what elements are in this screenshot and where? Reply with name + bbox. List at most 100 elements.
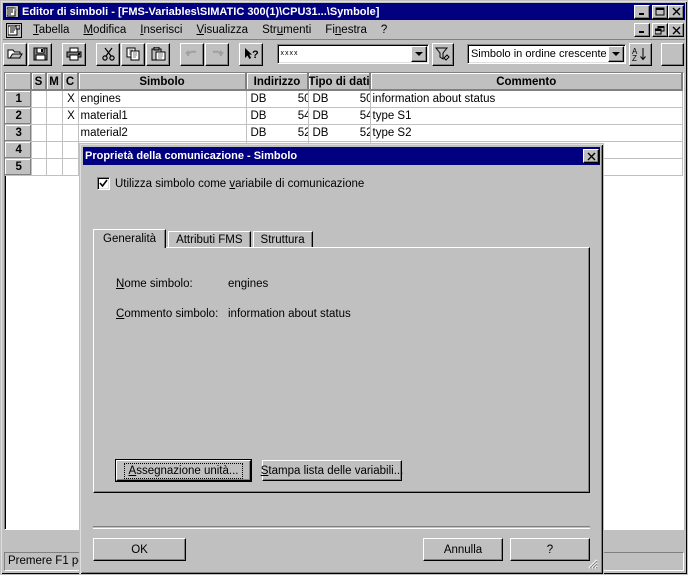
sort-combo[interactable]: Simbolo in ordine crescente (466, 44, 626, 64)
cell-simbolo[interactable]: material2 (78, 124, 247, 142)
filter-edit-icon[interactable] (431, 42, 455, 66)
cell-m[interactable] (46, 158, 63, 176)
dialog-titlebar: Proprietà della comunicazione - Simbolo (83, 147, 600, 165)
grid-corner-header[interactable] (5, 73, 32, 91)
cell-c[interactable]: X (62, 107, 79, 125)
cell-tipo-di-dati[interactable]: DB 52 (308, 124, 371, 142)
cell-c[interactable] (62, 158, 79, 176)
row-number[interactable]: 3 (5, 124, 32, 142)
symbol-editor-icon (5, 5, 19, 18)
stampa-lista-variabili-button[interactable]: Stampa lista delle variabili... (261, 460, 403, 481)
dialog-tabstrip: Generalità Attributi FMS Struttura (93, 229, 590, 248)
menu-item-inserisci[interactable]: Inserisci (133, 23, 189, 38)
cell-s[interactable] (31, 158, 47, 176)
cell-c[interactable] (62, 124, 79, 142)
maximize-button[interactable] (652, 4, 668, 19)
chevron-down-icon[interactable] (410, 46, 427, 62)
menu-item-tabella[interactable]: Tabella (26, 23, 76, 38)
print-icon[interactable] (62, 42, 86, 66)
cell-simbolo[interactable]: engines (78, 90, 247, 108)
cell-m[interactable] (46, 107, 63, 125)
cell-m[interactable] (46, 90, 63, 108)
close-button[interactable] (668, 4, 684, 19)
tab-attributi-fms[interactable]: Attributi FMS (168, 231, 251, 248)
child-restore-button[interactable] (652, 23, 668, 37)
cell-simbolo[interactable]: material1 (78, 107, 247, 125)
cell-s[interactable] (31, 90, 47, 108)
cell-tipo-kind: DB (312, 127, 329, 139)
tab-generalita[interactable]: Generalità (93, 229, 167, 248)
column-header-simbolo[interactable]: Simbolo (78, 73, 247, 91)
child-window-buttons (634, 23, 684, 37)
column-header-tipo-di-dati[interactable]: Tipo di dati (308, 73, 371, 91)
column-header-s[interactable]: S (31, 73, 47, 91)
row-number[interactable]: 4 (5, 141, 32, 159)
dialog-close-button[interactable] (583, 149, 599, 163)
cell-s[interactable] (31, 107, 47, 125)
table-row[interactable]: 3 material2 DB 52 DB 52 type S2 (5, 124, 683, 142)
child-close-button[interactable] (668, 23, 684, 37)
chevron-down-icon[interactable] (607, 46, 624, 62)
document-icon[interactable] (6, 22, 22, 38)
column-header-c[interactable]: C (62, 73, 79, 91)
sort-az-icon[interactable]: A Z (628, 42, 652, 66)
copy-icon[interactable] (121, 42, 145, 66)
paste-icon[interactable] (146, 42, 170, 66)
tab-struttura[interactable]: Struttura (252, 231, 313, 248)
column-header-indirizzo[interactable]: Indirizzo (246, 73, 309, 91)
cell-commento[interactable]: information about status (370, 90, 683, 108)
column-header-commento[interactable]: Commento (370, 73, 683, 91)
resize-grip-icon[interactable] (584, 555, 598, 569)
help-pointer-icon[interactable]: ? (239, 42, 263, 66)
ok-button-label: OK (131, 543, 148, 556)
menu-item-help[interactable]: ? (374, 23, 394, 38)
field-value-commento-simbolo: information about status (228, 308, 351, 320)
minimize-button[interactable] (634, 4, 650, 19)
cell-indirizzo[interactable]: DB 50 (246, 90, 309, 108)
help-button-label: ? (546, 543, 554, 556)
cell-m[interactable] (46, 141, 63, 159)
row-number[interactable]: 5 (5, 158, 32, 176)
dialog-body: Utilizza simbolo come variabile di comun… (83, 168, 600, 571)
row-number[interactable]: 1 (5, 90, 32, 108)
row-number[interactable]: 2 (5, 107, 32, 125)
menu-item-modifica[interactable]: Modifica (76, 23, 133, 38)
assegnazione-unita-button[interactable]: Assegnazione unità... (116, 460, 251, 481)
cut-icon[interactable] (96, 42, 120, 66)
cell-m[interactable] (46, 124, 63, 142)
cell-indirizzo-num: 50 (297, 93, 307, 105)
table-row[interactable]: 1 X engines DB 50 DB 50 information about … (5, 90, 683, 108)
cell-indirizzo[interactable]: DB 52 (246, 124, 309, 142)
dialog-title: Proprietà della comunicazione - Simbolo (85, 150, 298, 162)
use-as-comm-variable-checkbox[interactable] (97, 177, 110, 190)
cell-indirizzo[interactable]: DB 54 (246, 107, 309, 125)
menu-item-visualizza[interactable]: Visualizza (189, 23, 255, 38)
cell-tipo-di-dati[interactable]: DB 54 (308, 107, 371, 125)
undo-icon[interactable] (180, 42, 204, 66)
cell-c[interactable]: X (62, 90, 79, 108)
menu-item-finestra[interactable]: Finestra (318, 23, 374, 38)
open-icon[interactable] (3, 42, 27, 66)
cell-tipo-num: 50 (359, 93, 369, 105)
filter-combo[interactable]: xxxx (276, 44, 429, 64)
cell-s[interactable] (31, 141, 47, 159)
cell-commento[interactable]: type S2 (370, 124, 683, 142)
child-minimize-button[interactable] (634, 23, 650, 37)
help-button[interactable]: ? (510, 538, 590, 561)
redo-icon[interactable] (205, 42, 229, 66)
tab-panel-generalita: Nome simbolo: engines Commento simbolo: … (93, 247, 590, 493)
cell-tipo-di-dati[interactable]: DB 50 (308, 90, 371, 108)
use-as-comm-variable-checkbox-row[interactable]: Utilizza simbolo come variabile di comun… (97, 177, 600, 190)
cell-c[interactable] (62, 141, 79, 159)
menu-item-strumenti[interactable]: Strumenti (255, 23, 318, 38)
extra-toolbar-button[interactable] (661, 42, 684, 66)
application-title: Editor di simboli - [FMS-Variables\SIMAT… (22, 5, 380, 18)
cell-s[interactable] (31, 124, 47, 142)
cancel-button[interactable]: Annulla (423, 538, 503, 561)
cell-commento[interactable]: type S1 (370, 107, 683, 125)
save-icon[interactable] (28, 42, 52, 66)
ok-button[interactable]: OK (93, 538, 186, 561)
table-row[interactable]: 2 X material1 DB 54 DB 54 type S1 (5, 107, 683, 125)
column-header-m[interactable]: M (46, 73, 63, 91)
field-value-nome-simbolo: engines (228, 278, 269, 290)
